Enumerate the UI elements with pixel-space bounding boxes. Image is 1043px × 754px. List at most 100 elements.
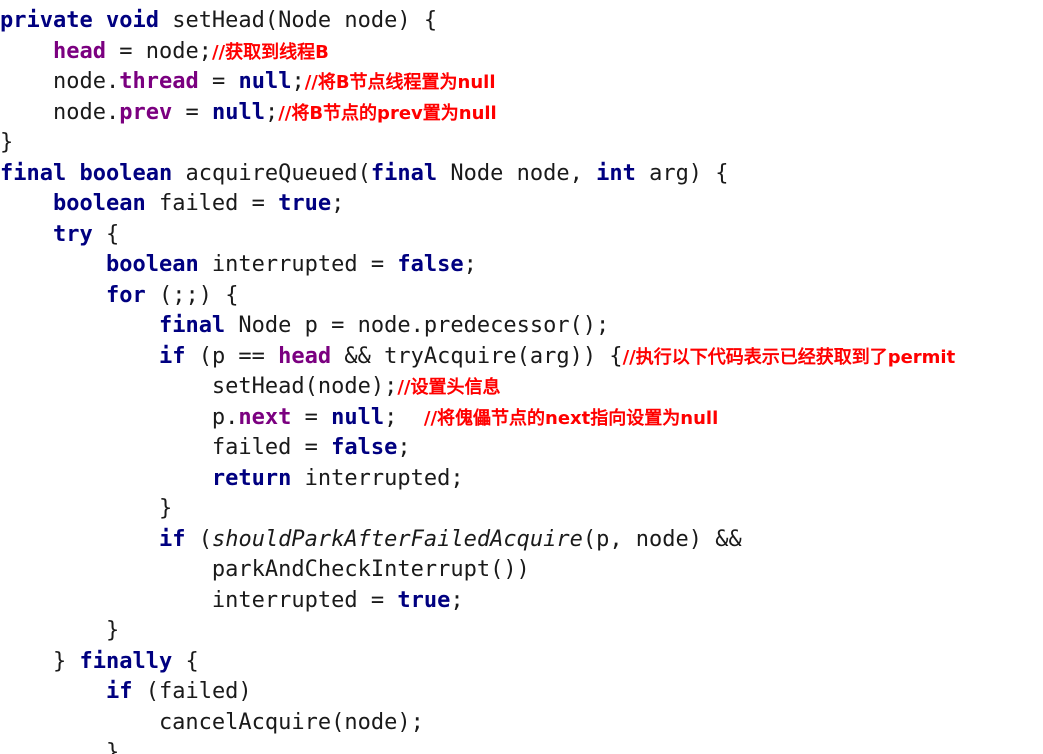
code-line: } finally {	[0, 647, 1043, 678]
code-token-keyword: if	[158, 343, 186, 369]
code-token-plain: =	[172, 99, 212, 125]
code-line: p.next = null; //将傀儡节点的next指向设置为null	[0, 403, 1043, 434]
code-token-keyword: boolean	[79, 160, 173, 186]
code-token-keyword: false	[331, 435, 398, 460]
code-token-plain: }	[0, 496, 173, 521]
code-token-plain: =	[198, 69, 239, 94]
code-token-plain: setHead(node);	[0, 374, 398, 399]
code-token-keyword: null	[238, 69, 292, 94]
code-token-plain: =	[291, 404, 332, 430]
code-token-plain: (p, node) &&	[582, 526, 742, 552]
code-token-plain: ;	[450, 587, 464, 613]
code-token-plain: Node p = node.predecessor();	[225, 313, 610, 338]
code-token-plain: {	[92, 221, 120, 247]
code-token-plain: {	[172, 648, 199, 674]
code-token-keyword: void	[105, 8, 159, 33]
code-token-keyword: try	[52, 221, 93, 247]
code-line: boolean interrupted = false;	[0, 250, 1043, 281]
code-token-plain: (failed)	[132, 679, 252, 704]
code-token-keyword: private	[0, 8, 93, 33]
code-token-keyword: finally	[79, 648, 173, 674]
code-token-plain: ;	[331, 191, 345, 216]
code-token-plain: node.	[0, 99, 120, 125]
code-line: }	[0, 128, 1043, 159]
code-token-comment: //获取到线程B	[211, 41, 329, 63]
code-token-plain: ;	[463, 252, 477, 277]
code-line: }	[0, 494, 1043, 525]
code-token-field: thread	[119, 69, 199, 94]
code-token-keyword: boolean	[52, 191, 146, 216]
code-token-keyword: final	[158, 313, 226, 338]
code-token-comment: //执行以下代码表示已经获取到了permit	[622, 346, 956, 368]
code-token-plain: = node;	[105, 38, 212, 64]
code-line: parkAndCheckInterrupt())	[0, 555, 1043, 586]
code-line: setHead(node);//设置头信息	[0, 372, 1043, 403]
code-token-plain: ;	[264, 99, 279, 125]
code-token-plain: node.	[0, 69, 120, 94]
code-line: node.prev = null;//将B节点的prev置为null	[0, 98, 1043, 129]
code-token-plain: }	[0, 648, 80, 674]
code-token-plain: interrupted;	[291, 465, 464, 491]
code-token-plain: ;	[397, 435, 411, 460]
code-line: head = node;//获取到线程B	[0, 37, 1043, 68]
code-token-plain: p.	[0, 404, 239, 430]
code-token-keyword: true	[397, 587, 451, 613]
code-token-plain: interrupted =	[198, 252, 398, 277]
code-token-plain: interrupted =	[0, 587, 398, 613]
code-line: for (;;) {	[0, 281, 1043, 312]
code-token-keyword: final	[370, 160, 438, 186]
code-line: if (shouldParkAfterFailedAcquire(p, node…	[0, 525, 1043, 556]
code-token-keyword: null	[211, 99, 265, 125]
code-token-static: shouldParkAfterFailedAcquire	[211, 526, 583, 552]
code-token-keyword: int	[596, 160, 636, 186]
code-token-keyword: for	[105, 282, 146, 308]
code-line: node.thread = null;//将B节点线程置为null	[0, 67, 1043, 98]
code-token-keyword: false	[397, 252, 464, 277]
code-token-comment: //将傀儡节点的next指向设置为null	[423, 407, 719, 429]
code-token-plain: setHead(Node node) {	[158, 8, 438, 33]
code-line: }	[0, 738, 1043, 754]
code-token-plain: }	[0, 130, 14, 155]
code-token-field: head	[52, 38, 106, 64]
code-line: final Node p = node.predecessor();	[0, 311, 1043, 342]
code-token-plain: (p ==	[185, 343, 279, 369]
code-token-plain: Node node,	[437, 160, 597, 186]
code-token-plain: cancelAcquire(node);	[0, 709, 424, 735]
code-token-keyword: boolean	[105, 252, 199, 277]
code-token-comment: //设置头信息	[397, 377, 501, 398]
code-token-plain: acquireQueued(	[172, 160, 371, 186]
code-token-keyword: if	[158, 526, 186, 552]
code-line: private void setHead(Node node) {	[0, 6, 1043, 37]
code-token-keyword: true	[278, 191, 332, 216]
code-line: final boolean acquireQueued(final Node n…	[0, 159, 1043, 190]
code-token-plain: && tryAcquire(arg)) {	[331, 343, 623, 369]
code-line: try {	[0, 220, 1043, 251]
code-token-plain: parkAndCheckInterrupt())	[0, 557, 530, 582]
code-token-plain: }	[0, 618, 120, 643]
code-line: if (p == head && tryAcquire(arg)) {//执行以…	[0, 342, 1043, 373]
code-token-plain: arg) {	[635, 160, 729, 186]
code-token-plain: ;	[384, 404, 424, 430]
code-line: }	[0, 616, 1043, 647]
code-line: boolean failed = true;	[0, 189, 1043, 220]
code-token-comment: //将B节点线程置为null	[304, 72, 496, 93]
code-token-keyword: if	[105, 679, 133, 704]
code-line: cancelAcquire(node);	[0, 708, 1043, 739]
code-token-keyword: null	[331, 404, 385, 430]
code-token-plain: }	[0, 740, 120, 754]
code-token-keyword: final	[0, 160, 67, 186]
code-token-plain: (;;) {	[145, 282, 239, 308]
code-line: return interrupted;	[0, 464, 1043, 495]
